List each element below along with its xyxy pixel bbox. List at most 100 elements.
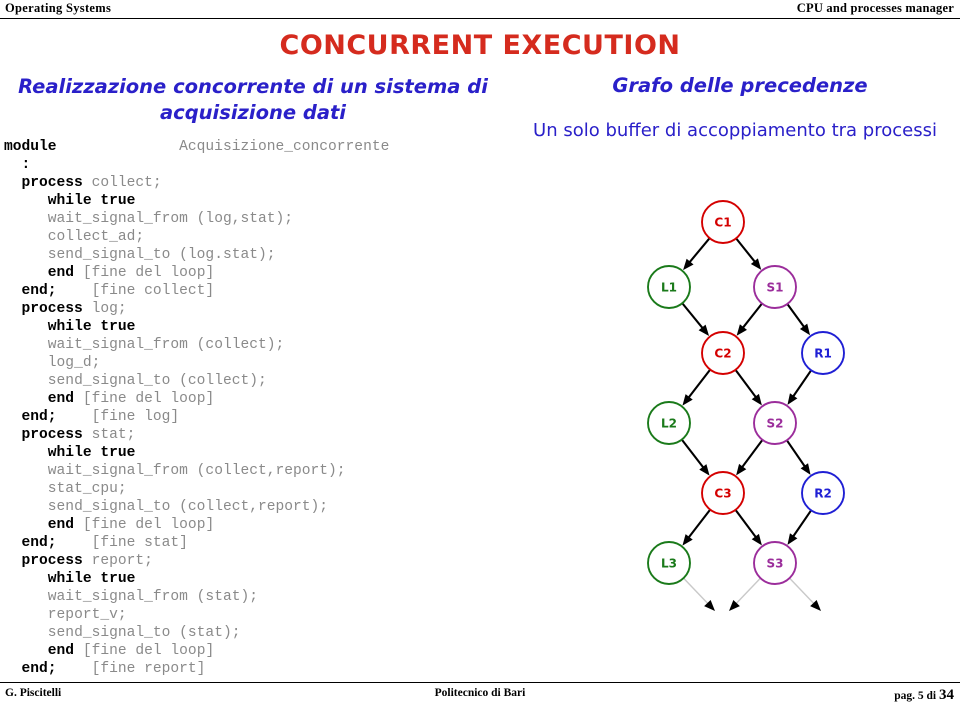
right-panel-subtitle: Un solo buffer di accoppiamento tra proc… <box>533 120 937 141</box>
graph-node-r1[interactable]: R1 <box>801 331 845 375</box>
graph-node-c3[interactable]: C3 <box>701 471 745 515</box>
code-line: while true <box>4 318 504 336</box>
edge-line <box>791 509 812 539</box>
arrowhead-icon <box>751 393 762 406</box>
arrowhead-icon <box>751 533 762 546</box>
precedence-graph-svg: C1 L1 S1 C2 R1 L2 S2 C3 R2 L3 S3 <box>647 200 845 611</box>
code-identifier: report_v; <box>47 607 127 623</box>
graph-edge-L1-to-C2 <box>681 302 710 336</box>
graph-edge-S3-to-out2 <box>789 577 821 611</box>
node-label: C2 <box>714 346 731 360</box>
code-identifier: collect_ad; <box>47 229 145 245</box>
graph-node-s2[interactable]: S2 <box>753 401 797 445</box>
code-identifier: send_signal_to (stat); <box>47 625 241 641</box>
graph-edge-C3-to-S3 <box>734 509 762 546</box>
arrowhead-icon <box>736 463 747 476</box>
header-course-title: Operating Systems <box>5 1 112 15</box>
code-line: while true <box>4 444 504 462</box>
node-label: S1 <box>767 280 784 294</box>
code-line: while true <box>4 192 504 210</box>
node-label: S2 <box>767 416 784 430</box>
graph-edge-C1-to-S1 <box>735 237 762 270</box>
code-comment: [fine log] <box>91 409 180 425</box>
code-line: log_d; <box>4 354 504 372</box>
code-comment: [fine del loop] <box>82 391 215 407</box>
code-line: while true <box>4 570 504 588</box>
code-line: : <box>4 156 504 174</box>
graph-edge-S2-to-R2 <box>786 439 811 475</box>
graph-edge-R2-to-S3 <box>787 509 812 545</box>
graph-node-l2[interactable]: L2 <box>647 401 691 445</box>
code-line: send_signal_to (stat); <box>4 624 504 642</box>
code-identifier: stat; <box>91 427 136 443</box>
graph-node-s3[interactable]: S3 <box>753 541 797 585</box>
code-identifier: log; <box>91 301 127 317</box>
node-label: R2 <box>814 486 832 500</box>
graph-edge-L3-to-out0 <box>683 577 715 611</box>
graph-node-s1[interactable]: S1 <box>753 265 797 309</box>
code-line: end; [fine log] <box>4 408 504 426</box>
code-keyword: module <box>4 139 57 155</box>
left-subtitle-line-2: acquisizione dati <box>160 101 346 124</box>
code-line: send_signal_to (log.stat); <box>4 246 504 264</box>
footer-page-total: 34 <box>939 687 954 703</box>
graph-node-l1[interactable]: L1 <box>647 265 691 309</box>
code-keyword: end <box>47 643 75 659</box>
left-subtitle-line-1: Realizzazione concorrente di un sistema … <box>18 75 488 98</box>
footer-institution: Politecnico di Bari <box>434 687 526 699</box>
code-line: process stat; <box>4 426 504 444</box>
edge-line <box>686 368 712 400</box>
graph-node-l3[interactable]: L3 <box>647 541 691 585</box>
node-label: L3 <box>661 556 677 570</box>
code-line: send_signal_to (collect); <box>4 372 504 390</box>
edge-line <box>683 577 710 606</box>
code-line: end [fine del loop] <box>4 516 504 534</box>
code-comment: [fine collect] <box>91 283 215 299</box>
edge-line <box>791 369 812 399</box>
graph-node-r2[interactable]: R2 <box>801 471 845 515</box>
code-keyword: : <box>21 157 31 173</box>
code-keyword: while true <box>47 319 136 335</box>
edge-line <box>687 237 711 265</box>
code-line: send_signal_to (collect,report); <box>4 498 504 516</box>
graph-edge-L2-to-C3 <box>680 438 710 476</box>
node-label: L2 <box>661 416 677 430</box>
code-comment: [fine del loop] <box>82 643 215 659</box>
graph-edge-C2-to-L2 <box>682 368 712 406</box>
slide-footer: G. Piscitelli Politecnico di Bari pag. 5… <box>0 682 960 704</box>
graph-node-c1[interactable]: C1 <box>701 200 745 244</box>
code-line: end [fine del loop] <box>4 264 504 282</box>
code-line: process report; <box>4 552 504 570</box>
node-label: C3 <box>714 486 731 500</box>
code-comment: [fine report] <box>91 661 206 677</box>
code-line: wait_signal_from (log,stat); <box>4 210 504 228</box>
code-line: process log; <box>4 300 504 318</box>
arrowhead-icon <box>787 393 798 405</box>
edge-line <box>681 302 705 331</box>
code-identifier: log_d; <box>47 355 101 371</box>
graph-node-c2[interactable]: C2 <box>701 331 745 375</box>
code-identifier: wait_signal_from (collect,report); <box>47 463 346 479</box>
code-identifier: stat_cpu; <box>47 481 127 497</box>
edge-line <box>740 439 764 470</box>
edge-line <box>734 369 758 400</box>
code-keyword: end <box>47 517 75 533</box>
edge-line <box>734 509 758 540</box>
edge-line <box>786 439 807 469</box>
